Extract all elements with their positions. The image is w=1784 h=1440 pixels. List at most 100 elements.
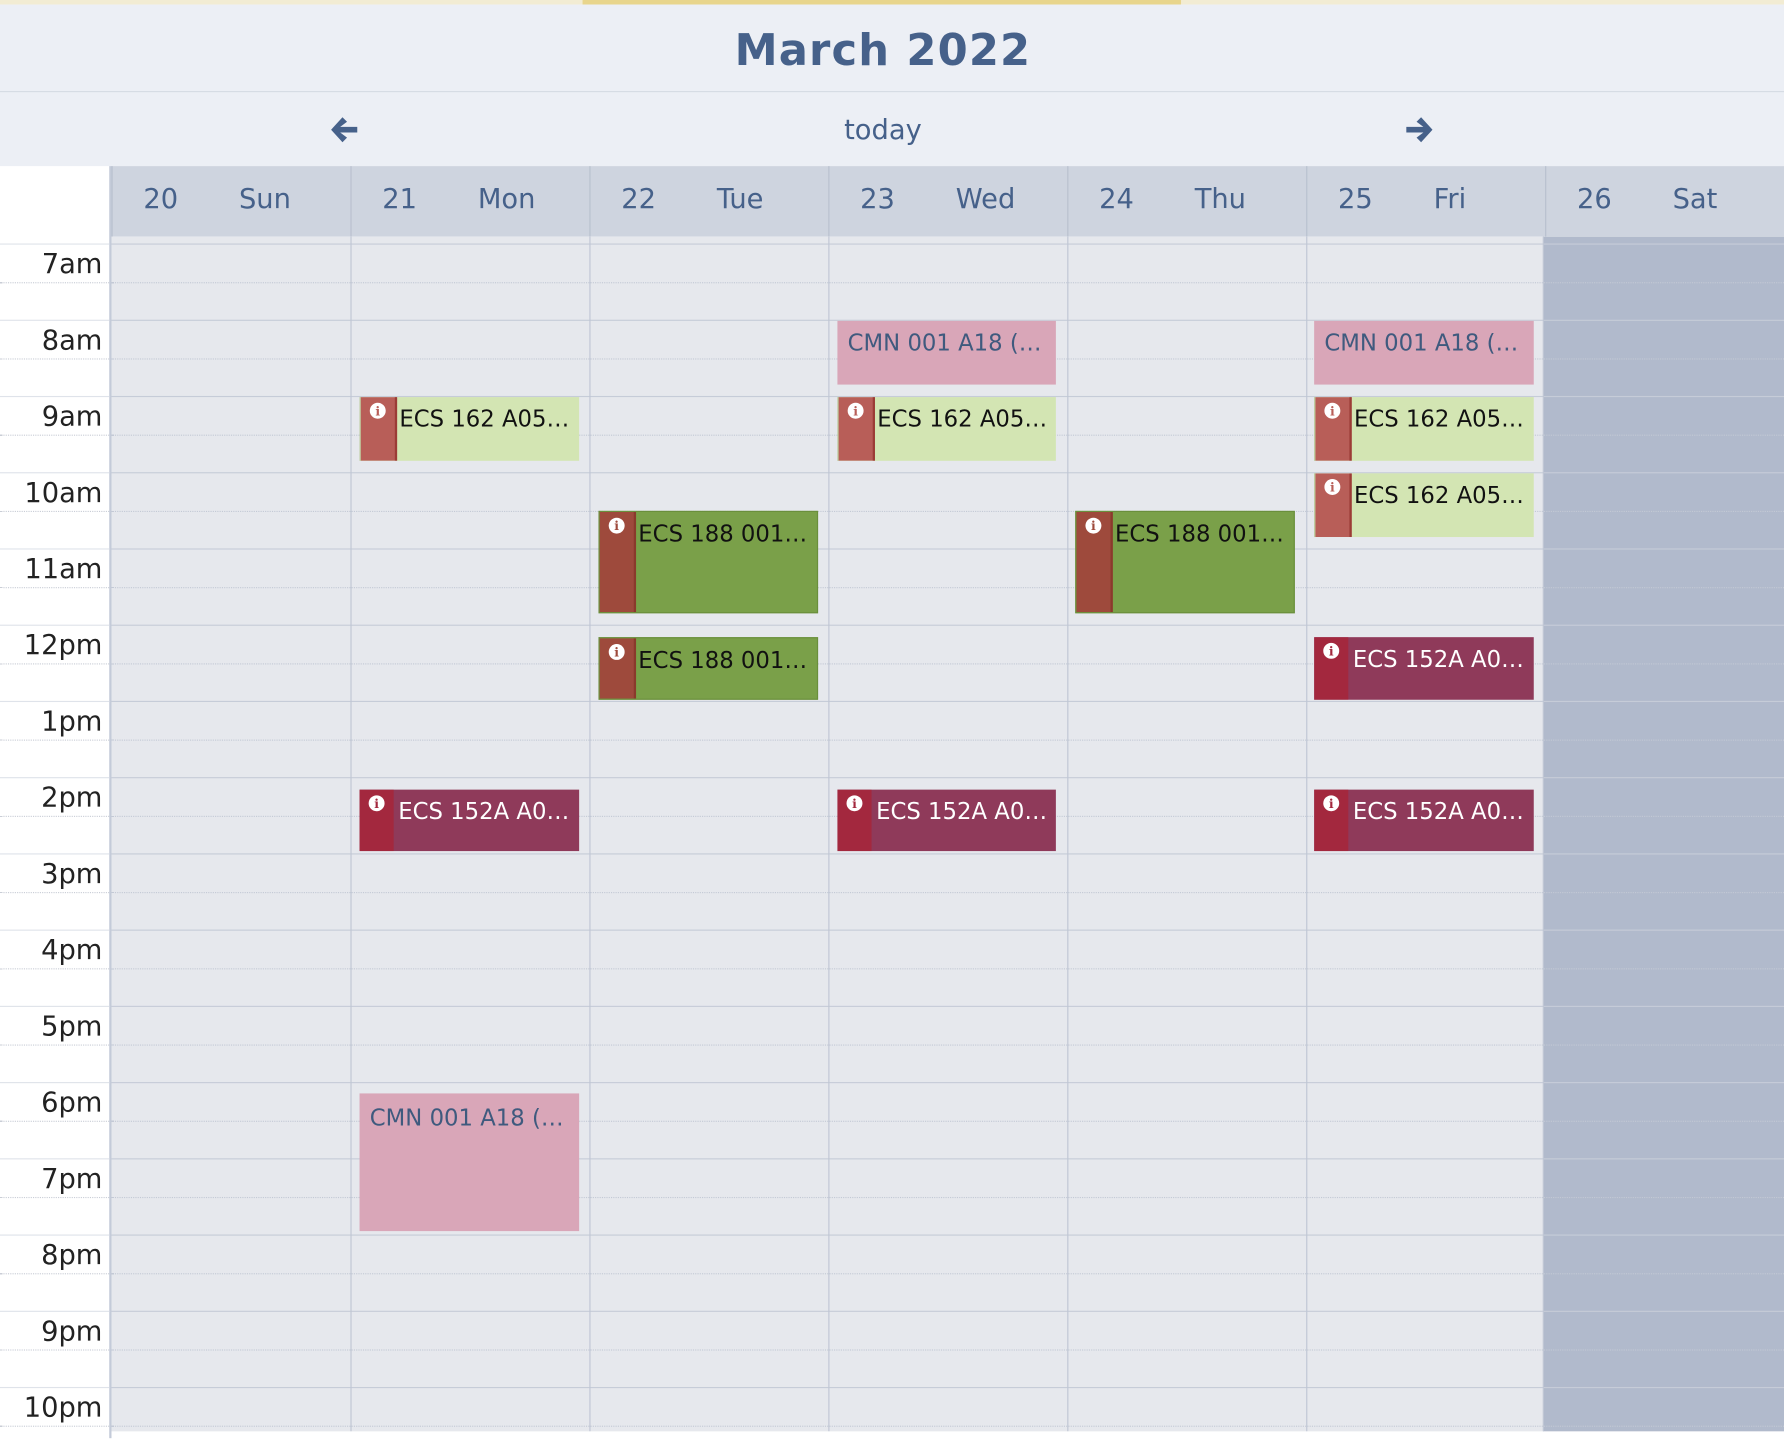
- day-header-fri[interactable]: 25 Fri: [1306, 166, 1545, 237]
- hour-gridline: [111, 700, 1784, 703]
- info-icon[interactable]: i: [846, 795, 863, 812]
- day-header-sat[interactable]: 26 Sat: [1545, 166, 1784, 237]
- event-ecs-152a-mon[interactable]: i ECS 152A A03...: [359, 789, 580, 852]
- event-cmn-001-wed[interactable]: CMN 001 A18 (D...: [837, 320, 1056, 385]
- event-marker: i: [1314, 637, 1349, 700]
- info-icon[interactable]: i: [1324, 402, 1341, 419]
- next-week-button[interactable]: [1399, 109, 1440, 150]
- info-icon[interactable]: i: [1323, 795, 1340, 812]
- hour-gridline: [111, 853, 1784, 855]
- info-icon[interactable]: i: [1323, 642, 1340, 659]
- day-number: 21: [382, 183, 418, 216]
- time-axis-separator: [0, 1234, 110, 1236]
- time-axis-separator: [0, 777, 110, 779]
- time-label: 9am: [41, 400, 103, 433]
- time-axis-separator: [0, 853, 110, 855]
- half-hour-gridline: [111, 587, 1784, 589]
- time-label: 7am: [41, 248, 103, 280]
- day-header-tue[interactable]: 22 Tue: [589, 166, 828, 237]
- day-number: 22: [621, 183, 656, 216]
- day-name: Fri: [1433, 183, 1467, 216]
- event-title: ECS 152A A03...: [1352, 645, 1530, 673]
- today-button[interactable]: today: [819, 114, 946, 146]
- info-icon[interactable]: i: [847, 402, 864, 419]
- time-label: 1pm: [41, 705, 103, 738]
- day-header-wed[interactable]: 23 Wed: [828, 166, 1067, 237]
- time-axis-separator: [0, 700, 110, 703]
- time-label: 6pm: [41, 1086, 103, 1119]
- calendar-app: March 2022 today 20 Sun 21 Mon 22 Tue 23…: [0, 0, 1784, 1440]
- event-marker: i: [1314, 789, 1349, 852]
- time-axis-separator: [0, 472, 110, 474]
- event-ecs-162-fri-9am[interactable]: i ECS 162 A05 (...: [1314, 397, 1534, 461]
- info-icon[interactable]: i: [1085, 517, 1102, 534]
- hour-gridline: [111, 624, 1784, 626]
- time-axis-separator: [0, 243, 110, 245]
- event-marker: i: [1076, 512, 1113, 613]
- day-name: Tue: [716, 183, 764, 216]
- half-hour-gridline: [111, 892, 1784, 894]
- event-ecs-162-fri-10am[interactable]: i ECS 162 A05 (...: [1314, 473, 1534, 538]
- arrow-right-icon: [1406, 117, 1433, 143]
- time-axis-half-line: [0, 358, 110, 360]
- time-axis-half-line: [0, 968, 110, 970]
- time-label: 2pm: [41, 781, 103, 814]
- header-divider: [0, 91, 1784, 93]
- day-name: Wed: [955, 183, 1016, 216]
- event-title: ECS 162 A05 (...: [1353, 481, 1530, 509]
- time-axis-separator: [0, 929, 110, 931]
- day-name: Sun: [238, 183, 291, 216]
- time-label: 8pm: [41, 1239, 103, 1271]
- calendar-header: March 2022 today: [0, 4, 1784, 167]
- info-icon[interactable]: i: [1324, 479, 1341, 495]
- day-header-divider: [350, 166, 352, 237]
- event-ecs-152a-fri-2pm[interactable]: i ECS 152A A03...: [1314, 789, 1534, 852]
- event-marker: i: [359, 789, 394, 852]
- prev-week-button[interactable]: [323, 109, 364, 150]
- event-ecs-152a-fri-12pm[interactable]: i ECS 152A A03...: [1314, 637, 1534, 700]
- event-cmn-001-fri[interactable]: CMN 001 A18 (D...: [1314, 320, 1534, 385]
- day-header-divider: [1545, 166, 1547, 237]
- event-ecs-188-thu[interactable]: i ECS 188 001 (...: [1075, 510, 1295, 614]
- saturday-column-shade: [1542, 236, 1784, 1432]
- week-grid[interactable]: CMN 001 A18 (D... CMN 001 A18 (D... i EC…: [111, 236, 1784, 1432]
- event-ecs-188-tue-1040[interactable]: i ECS 188 001 (...: [598, 510, 819, 614]
- day-column-divider: [1306, 236, 1308, 1432]
- day-header-mon[interactable]: 21 Mon: [350, 166, 589, 237]
- hour-gridline: [111, 777, 1784, 779]
- day-header-thu[interactable]: 24 Thu: [1067, 166, 1306, 237]
- event-cmn-001-lecture-mon[interactable]: CMN 001 A18 (L...: [359, 1093, 580, 1232]
- time-axis-separator: [0, 1082, 110, 1084]
- half-hour-gridline: [111, 739, 1784, 741]
- time-label: 11am: [24, 552, 103, 585]
- event-title: ECS 162 A05 (...: [399, 405, 575, 433]
- event-ecs-152a-wed[interactable]: i ECS 152A A03...: [837, 789, 1056, 852]
- time-axis-half-line: [0, 510, 110, 513]
- event-ecs-162-mon[interactable]: i ECS 162 A05 (...: [359, 397, 580, 461]
- event-ecs-162-wed[interactable]: i ECS 162 A05 (...: [837, 397, 1056, 461]
- time-axis-half-line: [0, 282, 110, 284]
- info-icon[interactable]: i: [369, 402, 386, 419]
- time-label: 4pm: [41, 934, 103, 966]
- event-title: ECS 162 A05 (...: [877, 405, 1052, 433]
- time-axis-separator: [0, 1386, 110, 1389]
- time-axis-half-line: [0, 1044, 110, 1046]
- day-header-sun[interactable]: 20 Sun: [112, 166, 351, 237]
- month-title: March 2022: [734, 25, 1032, 76]
- day-header-divider: [828, 166, 830, 237]
- event-title: ECS 152A A03...: [398, 797, 575, 825]
- event-marker: i: [838, 397, 875, 461]
- info-icon[interactable]: i: [608, 517, 625, 534]
- event-title: ECS 188 001 (...: [1115, 519, 1290, 548]
- half-hour-gridline: [111, 968, 1784, 970]
- info-icon[interactable]: i: [608, 643, 625, 660]
- half-hour-gridline: [111, 1044, 1784, 1046]
- time-axis-half-line: [0, 1349, 110, 1351]
- time-axis-separator: [0, 319, 110, 321]
- day-header-divider: [589, 166, 591, 237]
- time-axis-half-line: [0, 892, 110, 894]
- hour-gridline: [111, 1386, 1784, 1389]
- info-icon[interactable]: i: [368, 795, 385, 812]
- event-ecs-188-tue-12pm[interactable]: i ECS 188 001 (...: [598, 637, 819, 700]
- event-marker: i: [599, 638, 637, 699]
